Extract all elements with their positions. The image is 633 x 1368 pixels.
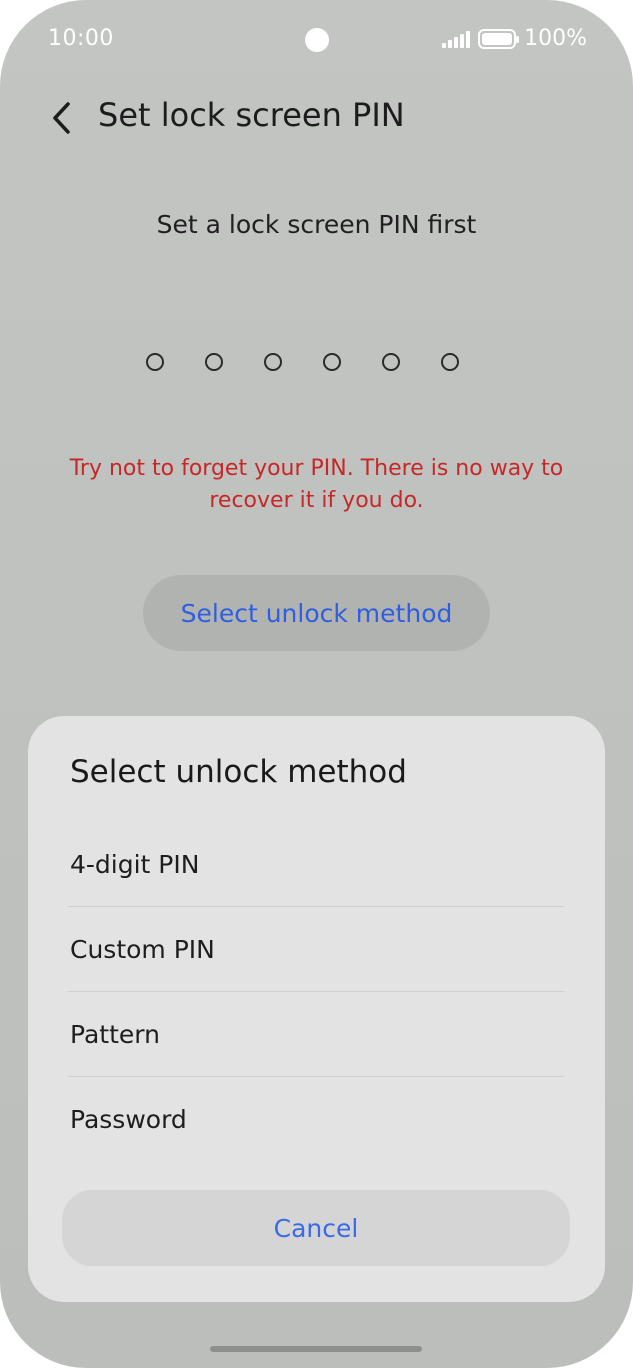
- pin-dot: [323, 353, 341, 371]
- status-icons: 100%: [442, 26, 587, 51]
- front-camera: [305, 28, 329, 52]
- pin-dot: [382, 353, 400, 371]
- page-title: Set lock screen PIN: [98, 96, 405, 134]
- pin-entry-indicator[interactable]: [146, 353, 459, 371]
- option-pattern[interactable]: Pattern: [70, 992, 563, 1076]
- unlock-method-sheet: Select unlock method 4-digit PIN Custom …: [28, 716, 605, 1302]
- option-password[interactable]: Password: [70, 1077, 563, 1161]
- status-time: 10:00: [48, 26, 114, 51]
- chevron-left-icon[interactable]: [46, 98, 82, 138]
- battery-icon: [478, 28, 520, 49]
- select-unlock-method-button[interactable]: Select unlock method: [143, 575, 490, 651]
- phone-screen: 10:00 100% Set lock screen PIN Set a loc…: [0, 0, 633, 1368]
- option-custom-pin[interactable]: Custom PIN: [70, 907, 563, 991]
- pin-dot: [146, 353, 164, 371]
- sheet-title: Select unlock method: [70, 754, 407, 790]
- pin-dot: [441, 353, 459, 371]
- pin-subtitle: Set a lock screen PIN first: [156, 210, 477, 239]
- battery-percent: 100%: [524, 26, 587, 51]
- pin-dot: [264, 353, 282, 371]
- pin-dot: [205, 353, 223, 371]
- option-4-digit-pin[interactable]: 4-digit PIN: [70, 822, 563, 906]
- cancel-button[interactable]: Cancel: [62, 1190, 570, 1266]
- signal-icon: [442, 30, 471, 48]
- home-indicator[interactable]: [210, 1346, 422, 1352]
- pin-warning-text: Try not to forget your PIN. There is no …: [69, 456, 564, 513]
